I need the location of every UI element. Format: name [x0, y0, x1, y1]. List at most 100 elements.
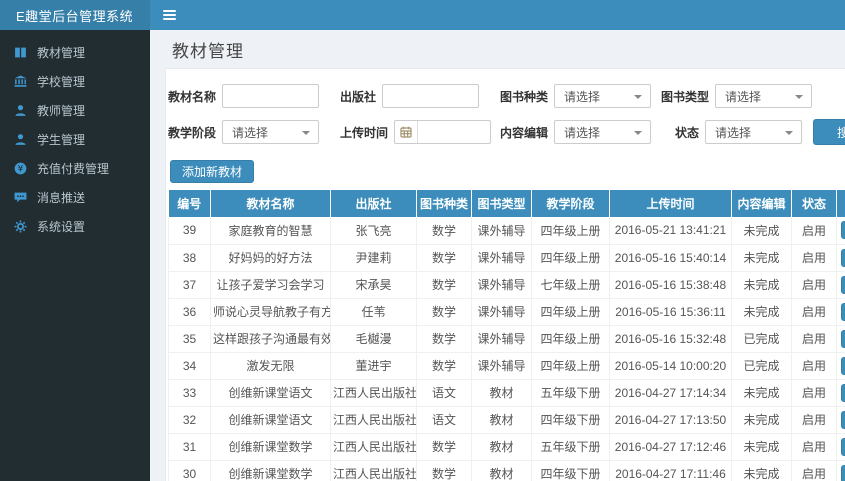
- sidebar-item-system-settings[interactable]: 系统设置: [0, 212, 150, 241]
- column-header: 上传时间: [609, 190, 732, 217]
- row-action-button[interactable]: [841, 275, 845, 294]
- table-cell: 数学: [416, 244, 472, 272]
- textbook-name-label: 教材名称: [168, 89, 217, 104]
- content-editor-select[interactable]: 请选择: [554, 120, 652, 144]
- table-cell: 启用: [791, 433, 837, 461]
- content-header: 教材管理: [150, 30, 845, 68]
- table-cell: 未完成: [731, 298, 792, 326]
- table-cell: 尹建莉: [330, 244, 417, 272]
- svg-text:¥: ¥: [17, 165, 23, 175]
- row-action-button[interactable]: [841, 383, 845, 402]
- publisher-input[interactable]: [383, 85, 479, 107]
- table-cell: 四年级上册: [531, 244, 610, 272]
- table-cell: 未完成: [731, 217, 792, 245]
- table-cell: 启用: [791, 379, 837, 407]
- sidebar-toggle-button[interactable]: [150, 0, 189, 30]
- upload-time-input[interactable]: [418, 121, 491, 143]
- chevron-down-icon: [795, 95, 804, 99]
- table-cell: 教材: [471, 406, 532, 434]
- table-cell: 七年级上册: [531, 271, 610, 299]
- selected-value: 请选择: [715, 125, 752, 140]
- sidebar-item-textbook-management[interactable]: 教材管理: [0, 38, 150, 67]
- calendar-icon[interactable]: [395, 121, 419, 143]
- chevron-down-icon: [634, 131, 643, 135]
- table-cell: 创维新课堂数学: [210, 460, 331, 481]
- table-cell: 创维新课堂语文: [210, 406, 331, 434]
- column-header: 出版社: [330, 190, 417, 217]
- selected-value: 请选择: [564, 125, 601, 140]
- table-cell: 江西人民出版社: [330, 406, 417, 434]
- table-cell: 让孩子爱学习会学习: [210, 271, 331, 299]
- sidebar-item-school-management[interactable]: 学校管理: [0, 67, 150, 96]
- selected-value: 请选择: [564, 89, 601, 104]
- column-header: 状态: [791, 190, 837, 217]
- table-cell: 2016-05-16 15:38:48: [609, 271, 732, 299]
- table-cell-actions: [836, 298, 845, 326]
- teaching-stage-select[interactable]: 请选择: [222, 120, 320, 144]
- row-action-button[interactable]: [841, 248, 845, 267]
- table-cell: 未完成: [731, 406, 792, 434]
- chevron-down-icon: [785, 131, 793, 135]
- table-cell: 2016-04-27 17:11:46: [609, 460, 732, 481]
- app-logo[interactable]: E趣堂后台管理系统: [0, 0, 150, 30]
- table-cell-actions: [836, 352, 845, 380]
- sidebar-item-label: 教师管理: [37, 104, 86, 118]
- navbar: [150, 0, 845, 30]
- table-cell: 四年级上册: [531, 352, 610, 380]
- topbar: E趣堂后台管理系统: [0, 0, 845, 30]
- app-title: E趣堂后台管理系统: [16, 8, 134, 24]
- table-cell: 已完成: [731, 352, 792, 380]
- table-cell-actions: [836, 433, 845, 461]
- table-cell: 教材: [471, 433, 532, 461]
- row-action-button[interactable]: [841, 437, 845, 456]
- table-cell: 语文: [416, 406, 472, 434]
- row-action-button[interactable]: [841, 302, 845, 321]
- sidebar-item-student-management[interactable]: 学生管理: [0, 125, 150, 154]
- chevron-down-icon: [634, 95, 643, 99]
- upload-time-field: [394, 120, 492, 144]
- table-cell: 36: [168, 298, 211, 326]
- textbook-name-input[interactable]: [223, 85, 319, 107]
- table-cell: 31: [168, 433, 211, 461]
- table-cell: 启用: [791, 298, 837, 326]
- table-cell: 37: [168, 271, 211, 299]
- table-cell: 课外辅导: [471, 217, 532, 245]
- table-cell: 未完成: [731, 379, 792, 407]
- status-select[interactable]: 请选择: [705, 120, 802, 144]
- row-action-button[interactable]: [841, 410, 845, 429]
- table-row: 33 创维新课堂语文 江西人民出版社 语文 教材 五年级下册 2016-04-27 17:1…: [168, 379, 845, 407]
- table-cell: 已完成: [731, 325, 792, 353]
- sidebar-item-teacher-management[interactable]: 教师管理: [0, 96, 150, 125]
- row-action-button[interactable]: [841, 221, 845, 240]
- publisher-group: 出版社: [340, 84, 500, 108]
- row-action-button[interactable]: [841, 464, 845, 481]
- sidebar-item-message-push[interactable]: 消息推送: [0, 183, 150, 212]
- book-category-select[interactable]: 请选择: [554, 84, 652, 108]
- sidebar-item-label: 学生管理: [37, 133, 86, 147]
- book-category-label: 图书种类: [500, 89, 549, 104]
- row-action-button[interactable]: [841, 329, 845, 348]
- sidebar-item-label: 充值付费管理: [37, 162, 110, 176]
- add-textbook-button[interactable]: 添加新教材: [170, 160, 255, 183]
- column-header: 图书类型: [471, 190, 532, 217]
- table-cell: 2016-05-16 15:36:11: [609, 298, 732, 326]
- table-cell: 2016-05-14 10:00:20: [609, 352, 732, 380]
- table-cell: 课外辅导: [471, 244, 532, 272]
- selected-value: 请选择: [725, 89, 762, 104]
- row-action-button[interactable]: [841, 356, 845, 375]
- table-cell: 四年级上册: [531, 325, 610, 353]
- table-header-row: 编号 教材名称 出版社 图书种类 图书类型 教学阶段 上传时间 内容编辑 状态: [168, 190, 845, 217]
- page-title: 教材管理: [172, 41, 244, 61]
- column-header: 内容编辑: [731, 190, 792, 217]
- table-row: 31 创维新课堂数学 江西人民出版社 数学 教材 五年级下册 2016-04-27 17:1…: [168, 433, 845, 461]
- sidebar-item-payment-management[interactable]: ¥ 充值付费管理: [0, 154, 150, 183]
- table-cell: 数学: [416, 460, 472, 481]
- search-button[interactable]: 搜索: [813, 119, 845, 145]
- table-cell: 创维新课堂数学: [210, 433, 331, 461]
- table-cell: 语文: [416, 379, 472, 407]
- teaching-stage-group: 教学阶段 请选择: [168, 120, 340, 144]
- table-cell: 五年级下册: [531, 379, 610, 407]
- sidebar-item-label: 系统设置: [37, 220, 86, 234]
- book-type-select[interactable]: 请选择: [715, 84, 813, 108]
- column-header: [836, 190, 845, 217]
